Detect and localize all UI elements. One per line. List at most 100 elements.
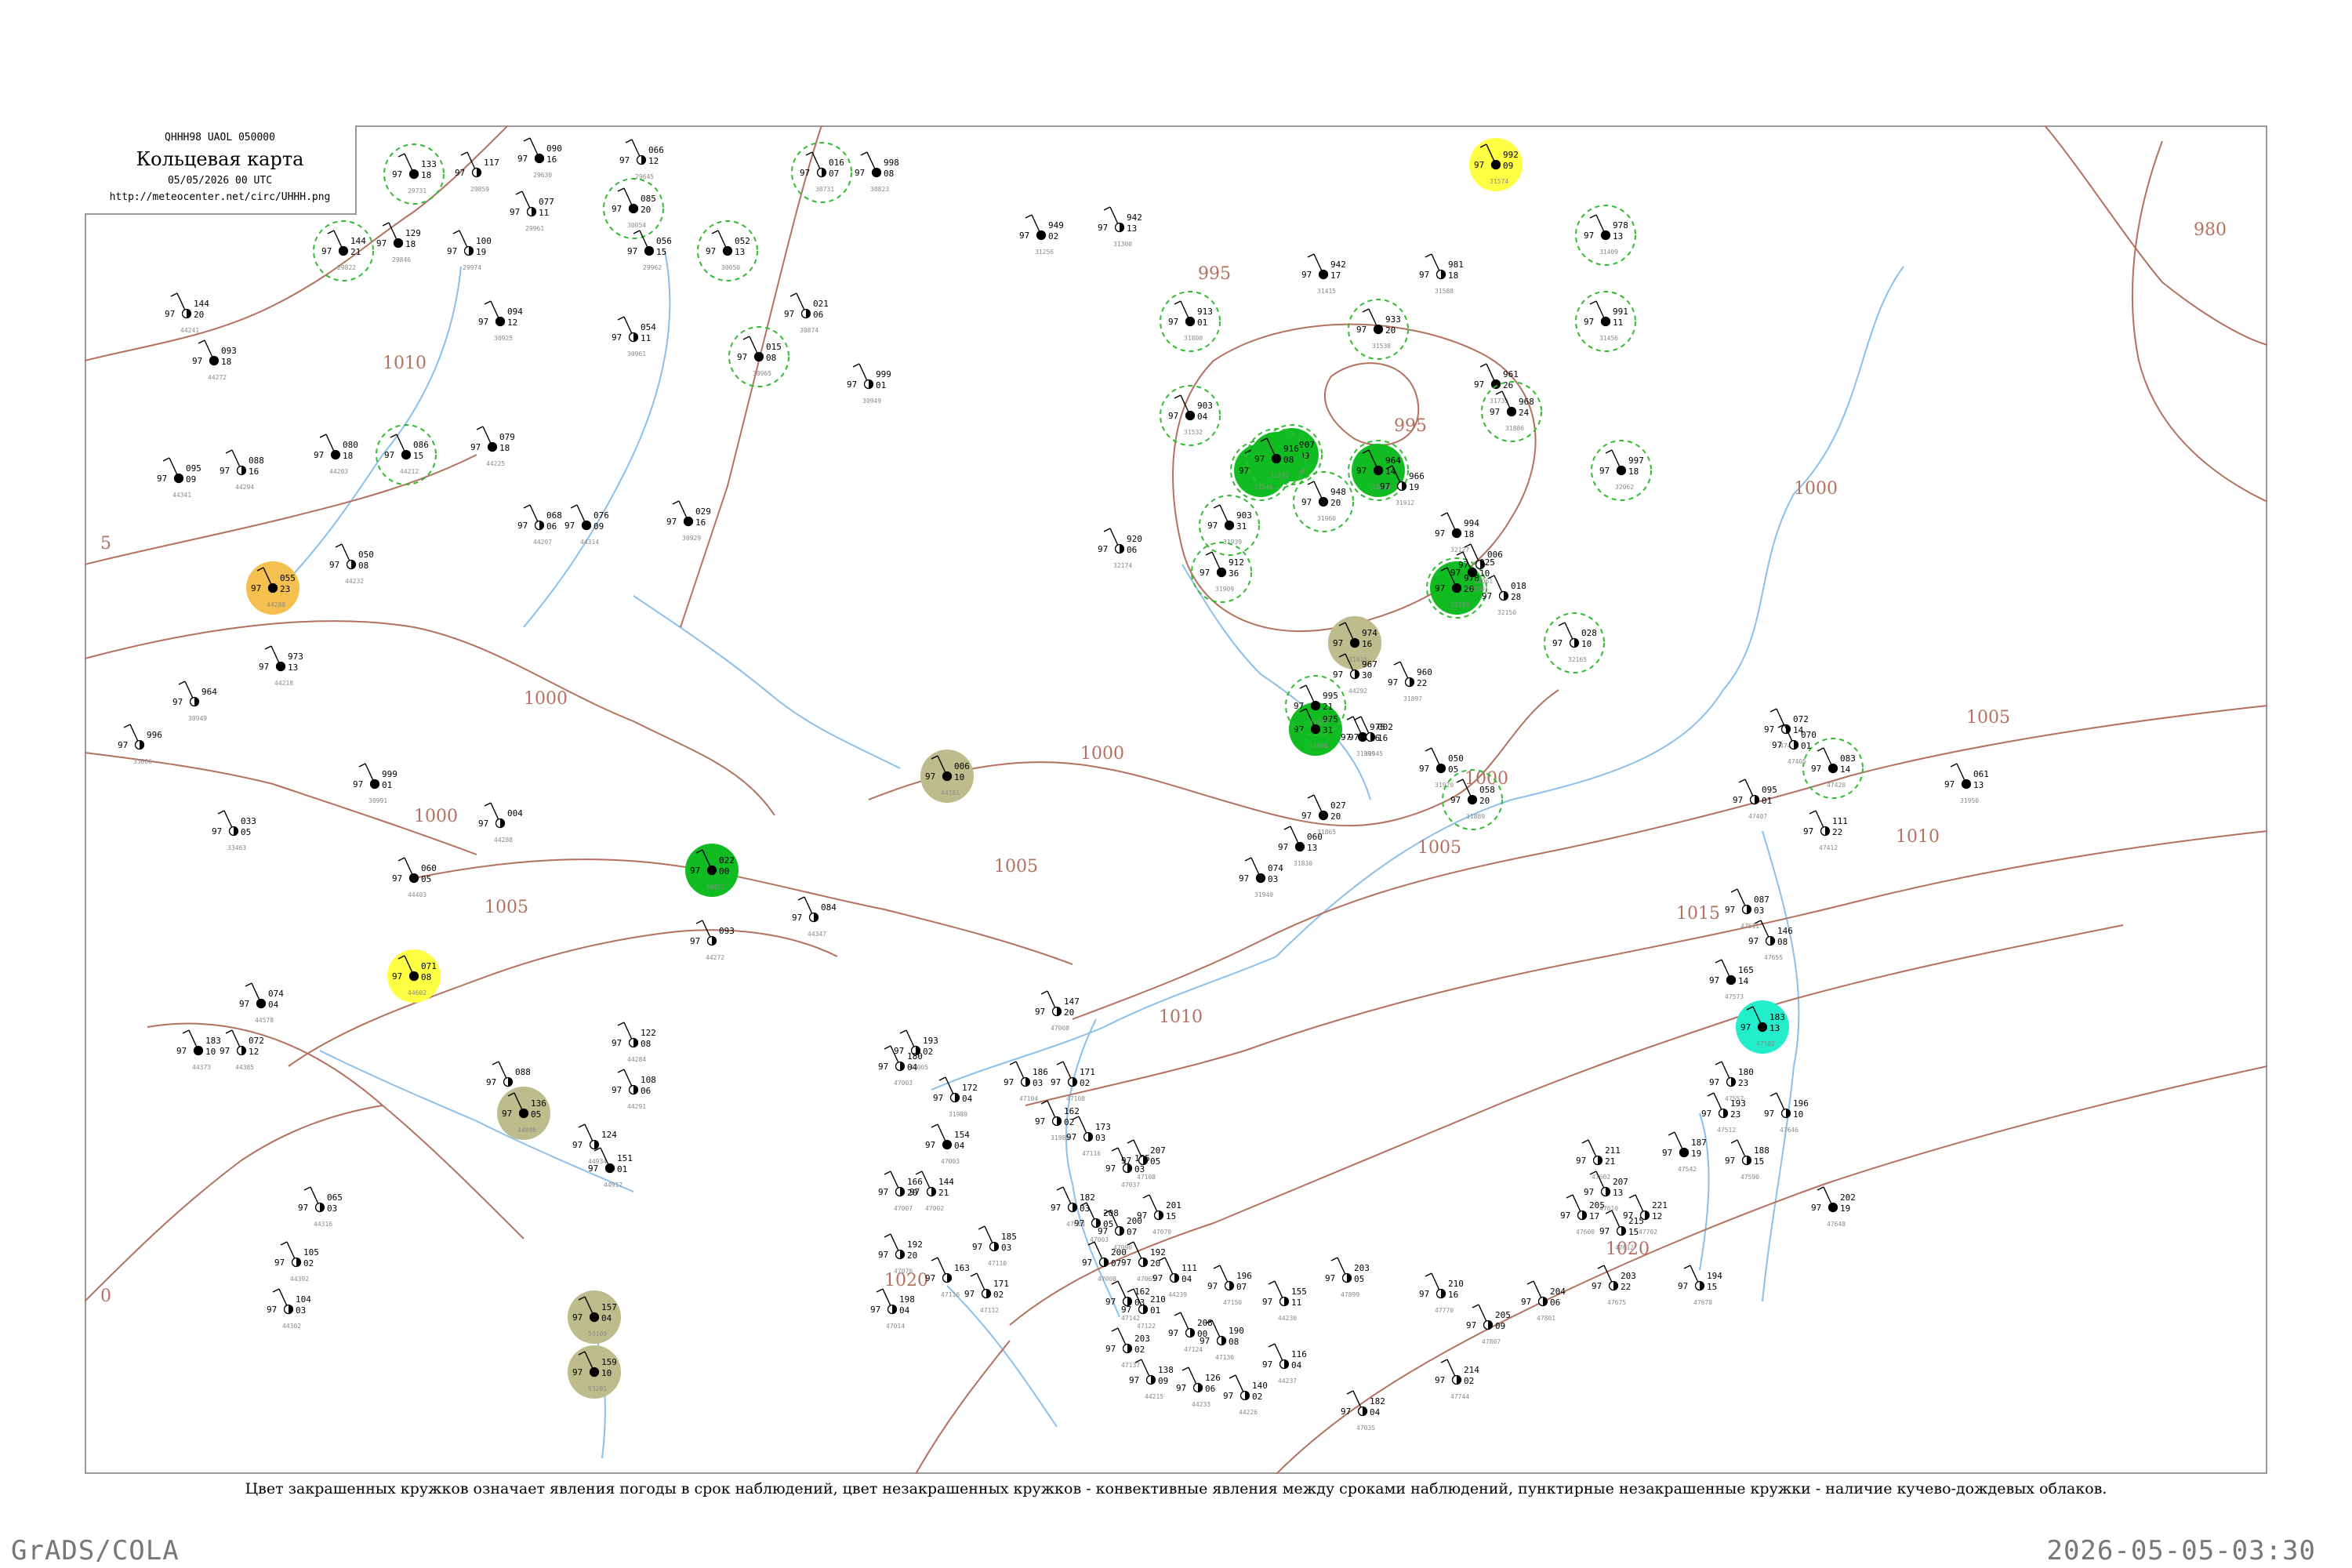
station-marker[interactable]: 18719 97 47542 — [1662, 1131, 1707, 1173]
station-marker[interactable]: 10403 97 44302 — [267, 1288, 311, 1330]
station-marker[interactable]: 91236 97 31909 — [1191, 542, 1252, 603]
station-marker[interactable]: 96022 97 31897 — [1388, 661, 1432, 702]
station-marker[interactable]: 99901 97 30949 — [847, 363, 891, 405]
station-marker[interactable]: 15101 97 44917 — [588, 1147, 633, 1189]
station-marker[interactable]: 185039747037 — [1105, 1147, 1150, 1189]
station-marker[interactable]: 19220 97 47070 — [878, 1233, 923, 1275]
station-marker[interactable]: 00610 97 44181 — [920, 750, 974, 803]
station-marker[interactable]: 92006 97 32174 — [1098, 528, 1142, 569]
station-marker[interactable]: 1249744934 — [572, 1123, 617, 1165]
station-marker[interactable]: 15404 97 47003 — [925, 1123, 970, 1165]
station-marker[interactable]: 06005 97 44403 — [392, 857, 437, 898]
station-marker[interactable]: 05008 97 44232 — [329, 543, 374, 585]
station-marker[interactable]: 18503 97 47110 — [972, 1225, 1017, 1267]
station-marker[interactable]: 084 97 44347 — [792, 896, 837, 938]
station-marker[interactable]: 99808 97 30823 — [855, 151, 899, 193]
station-marker[interactable]: 03305 97 33463 — [212, 810, 256, 851]
station-marker[interactable]: 97813 97 31409 — [1575, 205, 1636, 266]
station-marker[interactable]: 07403 97 31940 — [1239, 857, 1283, 898]
station-marker[interactable]: 97313 97 44218 — [259, 645, 303, 687]
station-marker[interactable]: 09318 97 44272 — [192, 339, 237, 381]
station-marker[interactable]: 96824 97 31886 — [1481, 381, 1542, 442]
station-marker[interactable]: 05615 97 29962 — [627, 230, 672, 271]
station-marker[interactable]: 09016 97 29630 — [517, 137, 562, 179]
station-marker[interactable]: 20406 97 47801 — [1521, 1280, 1566, 1322]
station-marker[interactable]: 11604 97 44237 — [1262, 1343, 1307, 1385]
station-marker[interactable]: 15511 97 44230 — [1262, 1280, 1307, 1322]
station-marker[interactable]: 14720 97 47008 — [1035, 990, 1080, 1032]
station-marker[interactable]: 14420 97 44241 — [165, 292, 209, 334]
station-marker[interactable]: 08615 97 44212 — [376, 424, 437, 485]
station-marker[interactable]: 20509 97 47807 — [1466, 1304, 1511, 1345]
station-marker[interactable]: 10806 97 44291 — [612, 1069, 656, 1110]
station-marker[interactable]: 14002 97 44226 — [1223, 1374, 1268, 1416]
station-marker[interactable]: 16620 97 47007 — [878, 1171, 923, 1212]
station-marker[interactable]: 05213 97 30050 — [697, 220, 758, 281]
station-marker[interactable]: 12606 97 44233 — [1176, 1367, 1221, 1408]
station-marker[interactable]: 027209731865 — [1301, 794, 1346, 836]
station-marker[interactable]: 91301 97 31800 — [1160, 291, 1221, 352]
station-marker[interactable]: 98118 97 31588 — [1419, 253, 1464, 295]
station-marker[interactable]: 15910 97 53201 — [568, 1345, 621, 1399]
station-marker[interactable]: 17102 97 47112 — [964, 1272, 1009, 1314]
map-url[interactable]: http://meteocenter.net/circ/UHHH.png — [85, 191, 355, 203]
station-marker[interactable]: 117 97 29859 — [455, 151, 499, 193]
station-marker[interactable]: 07918 97 44225 — [470, 426, 515, 467]
station-marker[interactable]: 90331 97 31939 — [1199, 495, 1260, 556]
station-marker[interactable]: 16514 97 47573 — [1709, 959, 1754, 1000]
station-marker[interactable]: 004 97 44288 — [478, 802, 523, 844]
station-marker[interactable]: 05411 97 30961 — [612, 316, 656, 358]
station-marker[interactable]: 20219 97 47648 — [1811, 1186, 1856, 1228]
station-marker[interactable]: 01508 97 30965 — [728, 326, 789, 387]
station-marker[interactable]: 18203 97 47014 — [1051, 1186, 1095, 1228]
station-marker[interactable]: 01607 97 30731 — [791, 142, 852, 203]
station-marker[interactable]: 99718 97 32062 — [1591, 440, 1652, 501]
station-marker[interactable]: 09412 97 30925 — [478, 300, 523, 342]
station-marker[interactable]: 08520 97 30054 — [603, 178, 664, 239]
station-marker[interactable]: 06013 97 31830 — [1278, 826, 1323, 867]
station-marker[interactable]: 09509 97 44341 — [157, 457, 201, 499]
station-marker[interactable]: 06612 97 29645 — [619, 139, 664, 180]
station-marker[interactable]: 94213 97 31300 — [1098, 206, 1142, 248]
station-marker[interactable]: 07609 97 44314 — [564, 504, 609, 546]
station-marker[interactable]: 06503 97 44316 — [298, 1186, 343, 1228]
station-marker[interactable]: 02200 97 30471 — [685, 844, 739, 897]
station-marker[interactable]: 94217 97 31415 — [1301, 253, 1346, 295]
station-marker[interactable]: 02916 97 30929 — [666, 500, 711, 542]
station-marker[interactable]: 07711 97 29961 — [510, 191, 554, 232]
station-marker[interactable]: 18603 97 47104 — [1004, 1061, 1048, 1102]
station-marker[interactable]: 18204 97 47035 — [1341, 1390, 1385, 1432]
station-marker[interactable]: 21402 97 47744 — [1435, 1359, 1479, 1400]
station-marker[interactable]: 15704 97 53109 — [568, 1290, 621, 1344]
station-marker[interactable]: 10019 97 29974 — [447, 230, 492, 271]
station-marker[interactable]: 08816 97 44294 — [220, 449, 264, 491]
station-marker[interactable]: 14421 97 29822 — [313, 220, 374, 281]
station-marker[interactable]: 19607 97 47150 — [1207, 1265, 1252, 1306]
station-marker[interactable]: 07404 97 44578 — [239, 982, 284, 1024]
station-marker[interactable]: 17102 97 47108 — [1051, 1061, 1095, 1102]
station-marker[interactable]: 093 97 44272 — [690, 920, 735, 961]
station-marker[interactable]: 10502 97 44392 — [274, 1241, 319, 1283]
station-marker[interactable]: 19323 97 47512 — [1701, 1092, 1746, 1134]
station-marker[interactable]: 08018 97 44203 — [314, 434, 358, 475]
station-marker[interactable]: 11122 97 47412 — [1803, 810, 1848, 851]
station-marker[interactable]: 964149732098 — [1348, 440, 1409, 501]
station-marker[interactable]: 12918 97 29846 — [376, 222, 421, 263]
station-marker[interactable]: 06806 97 44207 — [517, 504, 562, 546]
station-marker[interactable]: 08314 97 47420 — [1802, 738, 1864, 799]
station-marker[interactable]: 94820 97 31960 — [1293, 471, 1354, 532]
station-marker[interactable]: 93320 97 31538 — [1348, 299, 1409, 360]
station-marker[interactable]: 20517 97 47600 — [1560, 1194, 1605, 1236]
station-marker[interactable]: 07212 97 44385 — [220, 1029, 264, 1071]
station-marker[interactable]: 19804 97 47014 — [870, 1288, 915, 1330]
station-marker[interactable]: 163 97 47116 — [925, 1257, 970, 1298]
station-marker[interactable]: 17204 97 31989 — [933, 1076, 978, 1118]
station-marker[interactable]: 20705 97 47108 — [1121, 1139, 1166, 1181]
station-marker[interactable]: 09501 97 47407 — [1733, 779, 1777, 820]
station-marker[interactable]: 99111 97 31456 — [1575, 291, 1636, 352]
station-marker[interactable]: 18815 97 47590 — [1725, 1139, 1769, 1181]
station-marker[interactable]: 99901 97 30991 — [353, 763, 397, 804]
station-marker[interactable]: 964 97 30949 — [172, 681, 217, 722]
station-marker[interactable]: 19415 97 47678 — [1678, 1265, 1722, 1306]
station-marker[interactable]: 12208 97 44284 — [612, 1022, 656, 1063]
